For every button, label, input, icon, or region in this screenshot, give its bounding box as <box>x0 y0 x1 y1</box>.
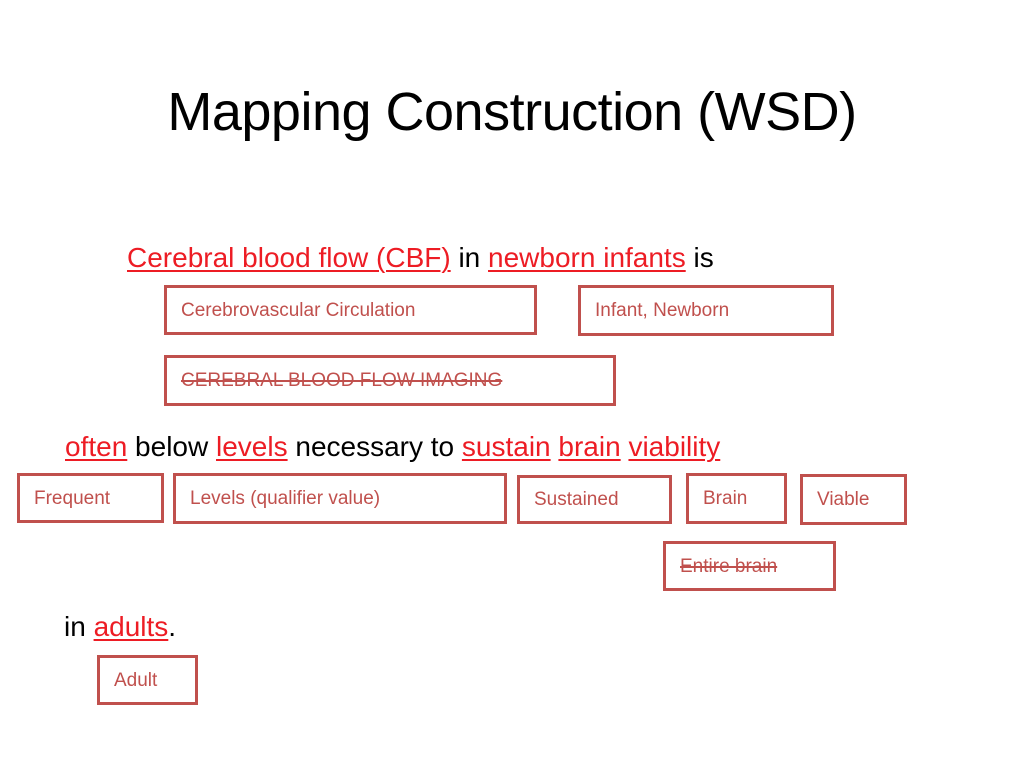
concept-box-label: Viable <box>817 489 870 510</box>
slide-canvas: Mapping Construction (WSD) Cerebral bloo… <box>0 0 1024 768</box>
concept-box-brain[interactable]: Brain <box>686 473 787 524</box>
concept-box-cerebrovascular-circulation[interactable]: Cerebrovascular Circulation <box>164 285 537 335</box>
concept-box-adult[interactable]: Adult <box>97 655 198 705</box>
sentence-line-adults: in adults. <box>64 610 176 644</box>
concept-box-sustained[interactable]: Sustained <box>517 475 672 524</box>
concept-box-label: Levels (qualifier value) <box>190 488 381 509</box>
concept-box-levels-qualifier-value[interactable]: Levels (qualifier value) <box>173 473 507 524</box>
keyword-brain[interactable]: brain <box>558 431 620 462</box>
concept-box-label: CEREBRAL BLOOD FLOW IMAGING <box>181 370 503 391</box>
keyword-newborn-infants[interactable]: newborn infants <box>488 242 686 273</box>
keyword-cerebral-blood-flow[interactable]: Cerebral blood flow (CBF) <box>127 242 451 273</box>
concept-box-cerebral-blood-flow-imaging[interactable]: CEREBRAL BLOOD FLOW IMAGING <box>164 355 616 406</box>
text-in-2: in <box>64 611 94 642</box>
concept-box-frequent[interactable]: Frequent <box>17 473 164 523</box>
text-is: is <box>685 242 714 273</box>
text-necessary-to: necessary to <box>287 431 462 462</box>
keyword-often[interactable]: often <box>65 431 127 462</box>
concept-box-label: Adult <box>114 669 158 691</box>
concept-box-label: Frequent <box>34 487 111 509</box>
concept-box-viable[interactable]: Viable <box>800 474 907 525</box>
text-period: . <box>168 611 177 642</box>
concept-box-label: Entire brain <box>680 555 778 577</box>
sentence-line-often: often below levels necessary to sustain … <box>65 430 720 464</box>
keyword-sustain[interactable]: sustain <box>462 431 551 462</box>
text-below: below <box>127 431 216 462</box>
keyword-viability[interactable]: viability <box>628 431 720 462</box>
concept-box-entire-brain[interactable]: Entire brain <box>663 541 836 591</box>
keyword-adults[interactable]: adults <box>94 611 169 642</box>
page-title: Mapping Construction (WSD) <box>167 82 857 143</box>
concept-box-label: Sustained <box>534 489 619 510</box>
keyword-levels[interactable]: levels <box>216 431 288 462</box>
sentence-line-cbf: Cerebral blood flow (CBF) in newborn inf… <box>127 241 714 275</box>
concept-box-label: Infant, Newborn <box>595 300 730 321</box>
concept-box-infant-newborn[interactable]: Infant, Newborn <box>578 285 834 336</box>
concept-box-label: Brain <box>703 488 748 509</box>
concept-box-label: Cerebrovascular Circulation <box>181 299 416 321</box>
text-in: in <box>450 242 489 273</box>
